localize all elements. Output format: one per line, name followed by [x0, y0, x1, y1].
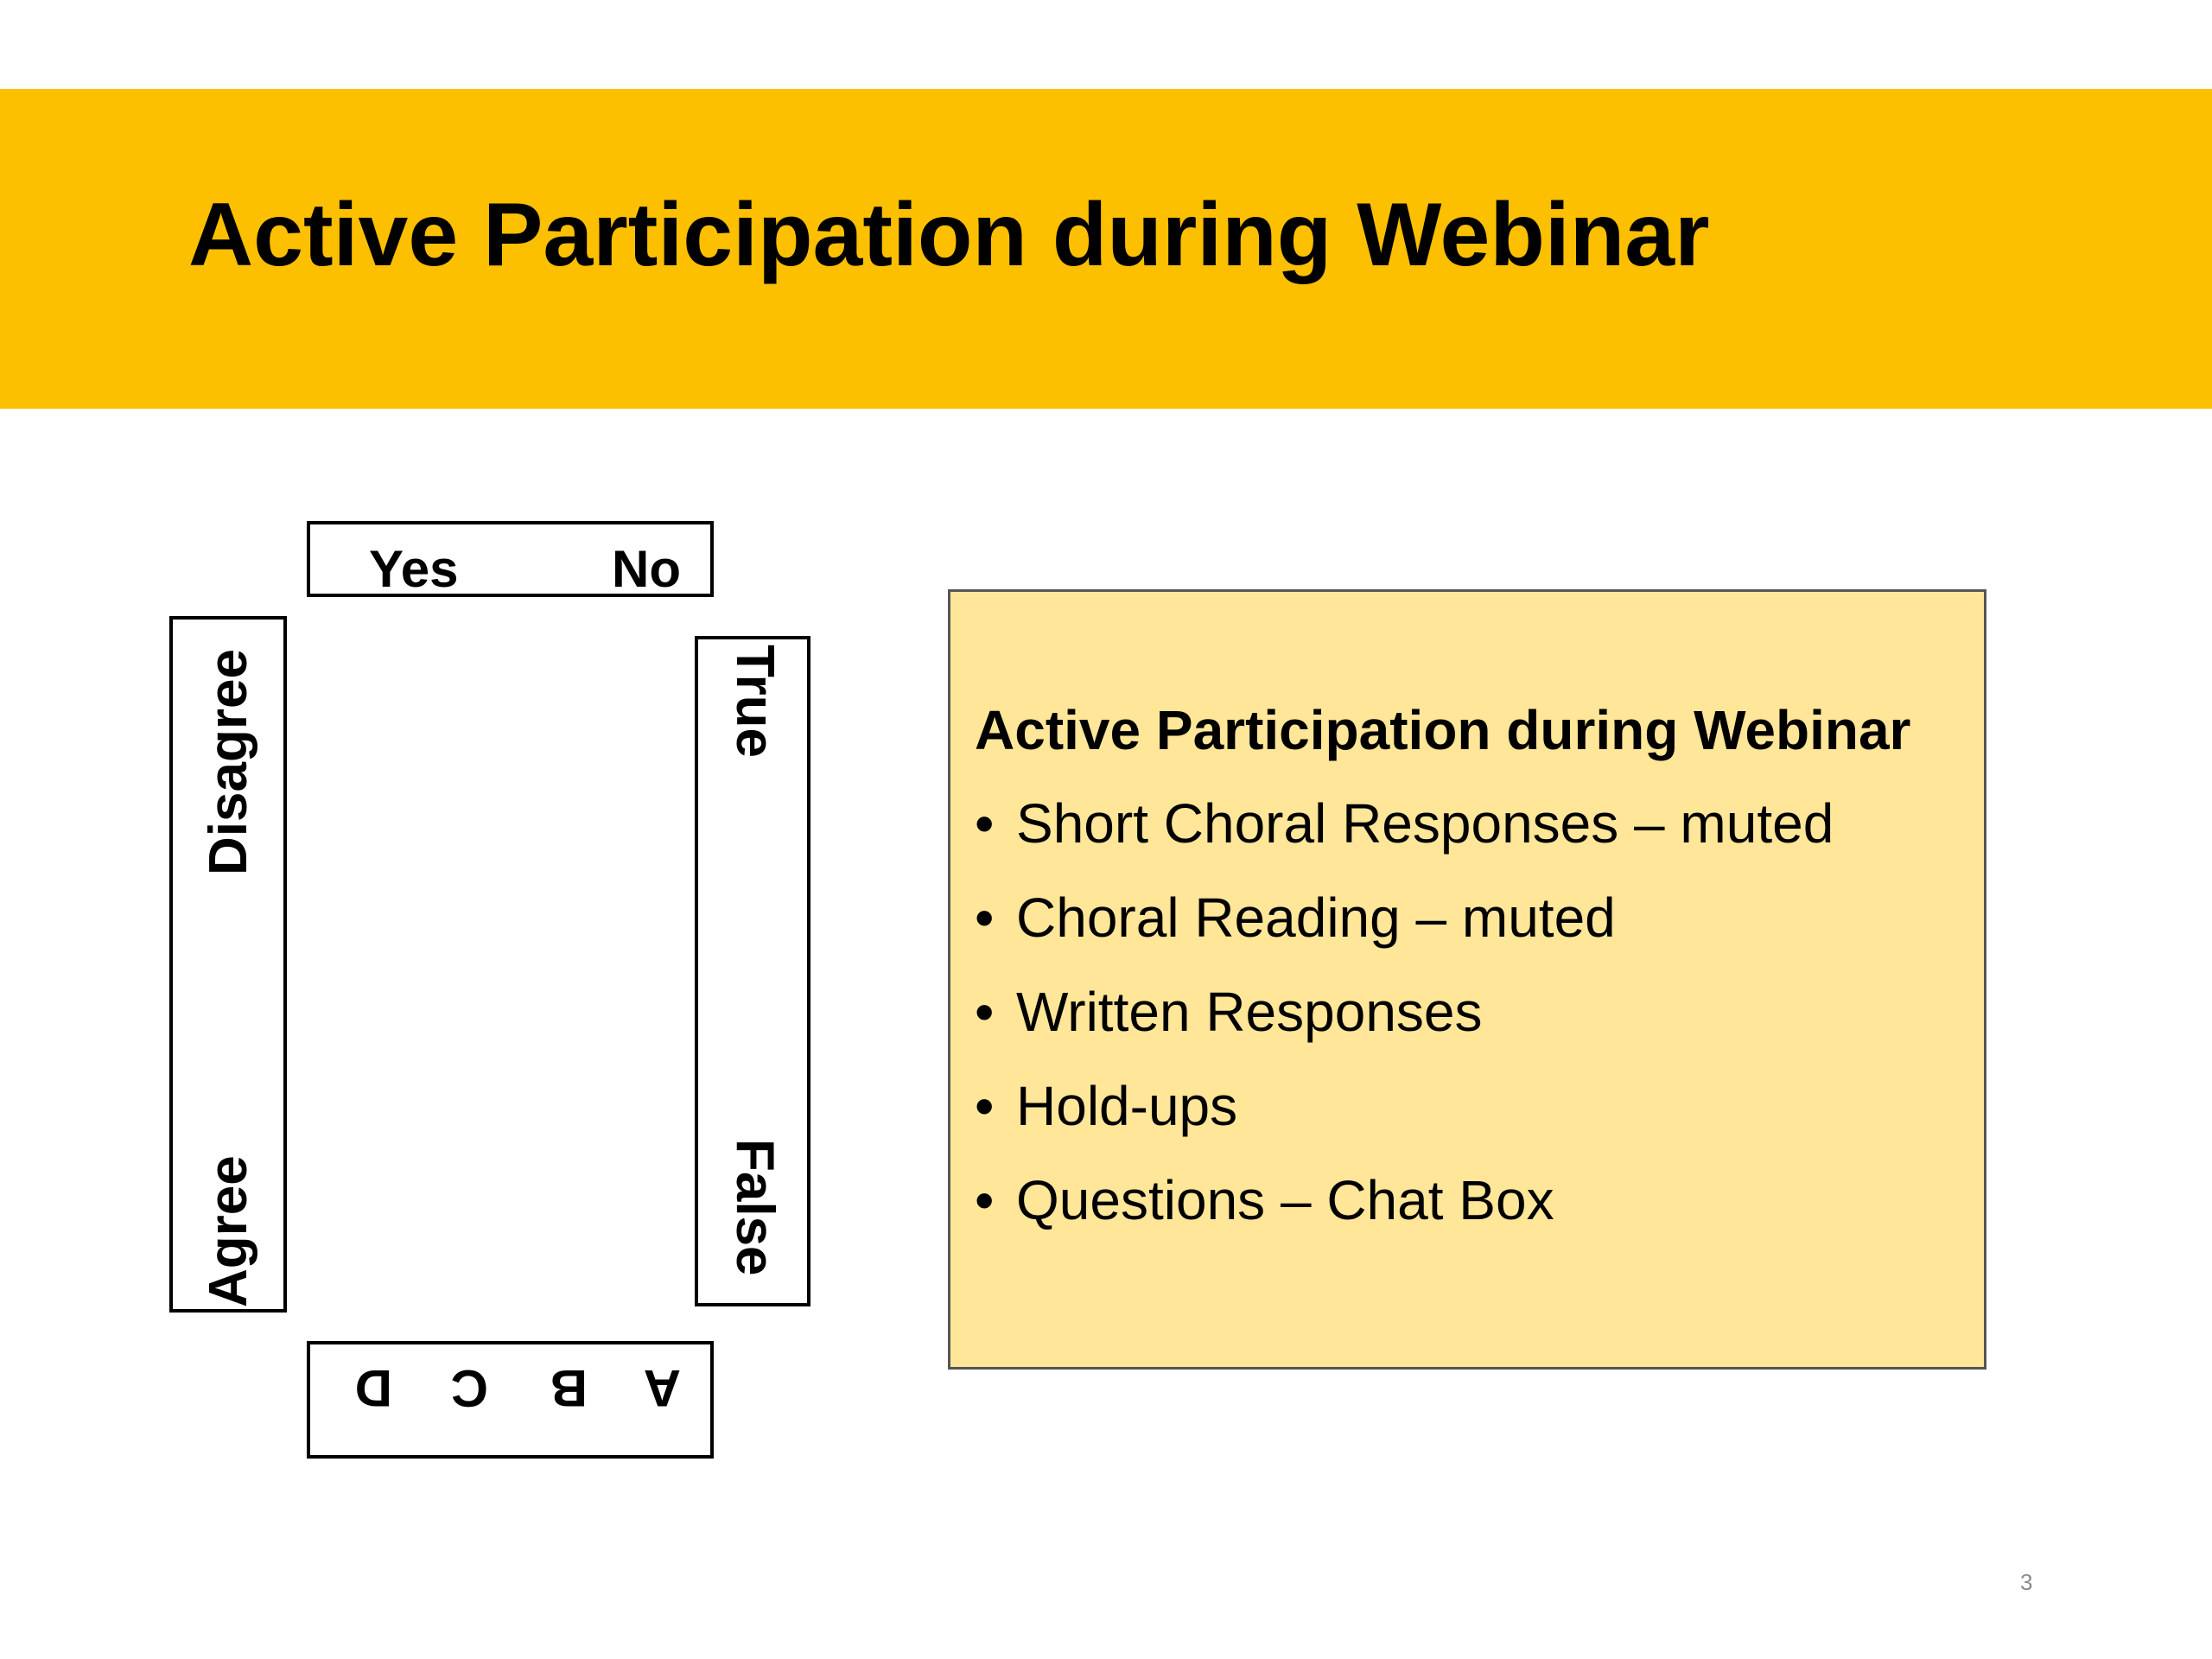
list-item-text: Questions – Chat Box	[1016, 1169, 1554, 1231]
bullet-icon: •	[975, 887, 995, 949]
list-item: • Choral Reading – muted	[975, 890, 1834, 984]
true-false-card: True False	[695, 636, 810, 1306]
list-item-text: Choral Reading – muted	[1016, 887, 1616, 949]
page-number: 3	[2020, 1569, 2033, 1595]
list-item: • Questions – Chat Box	[975, 1173, 1834, 1267]
list-item: • Written Responses	[975, 984, 1834, 1078]
list-item: • Short Choral Responses – muted	[975, 796, 1834, 890]
info-list: • Short Choral Responses – muted • Chora…	[975, 796, 1834, 1267]
list-item: • Hold-ups	[975, 1078, 1834, 1173]
info-heading: Active Participation during Webinar	[975, 699, 1911, 761]
disagree-label: Disagree	[199, 649, 258, 875]
false-label: False	[725, 1139, 785, 1276]
option-a-label: A	[643, 1359, 681, 1417]
yes-label: Yes	[369, 540, 459, 598]
agree-disagree-rotated-group: Agree Disagree	[173, 620, 290, 1316]
list-item-text: Written Responses	[1016, 981, 1483, 1043]
option-d-label: D	[354, 1359, 392, 1417]
abcd-flipped-group: A B C D	[310, 1344, 710, 1455]
abcd-card: A B C D	[307, 1341, 714, 1459]
yes-no-card: Yes No	[307, 521, 714, 597]
true-label: True	[725, 645, 785, 758]
agree-disagree-card: Agree Disagree	[169, 616, 287, 1313]
slide-title: Active Participation during Webinar	[188, 185, 1710, 285]
bullet-icon: •	[975, 1169, 995, 1231]
option-c-label: C	[450, 1359, 488, 1417]
bullet-icon: •	[975, 981, 995, 1043]
info-box: Active Participation during Webinar • Sh…	[948, 589, 1986, 1370]
agree-label: Agree	[199, 1155, 258, 1307]
bullet-icon: •	[975, 1075, 995, 1137]
option-b-label: B	[550, 1359, 588, 1417]
no-label: No	[612, 540, 681, 598]
true-false-rotated-group: True False	[698, 639, 814, 1310]
bullet-icon: •	[975, 792, 995, 855]
list-item-text: Hold-ups	[1016, 1075, 1238, 1137]
list-item-text: Short Choral Responses – muted	[1016, 792, 1834, 855]
